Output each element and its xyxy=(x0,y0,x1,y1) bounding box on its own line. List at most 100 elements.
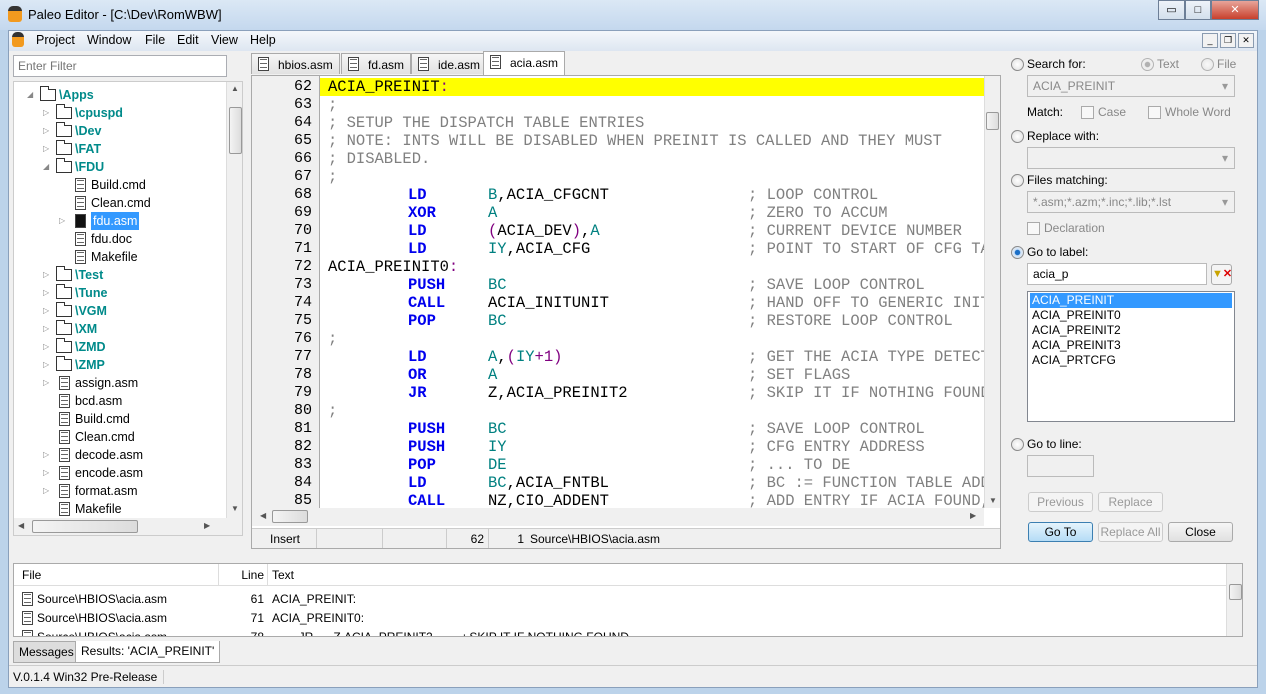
goto-line-input[interactable] xyxy=(1027,455,1094,477)
expand-arrow-icon[interactable]: ▷ xyxy=(43,464,49,482)
expand-arrow-icon[interactable]: ▷ xyxy=(43,104,49,122)
tab-ide-asm[interactable]: ide.asm xyxy=(411,53,488,74)
code-line[interactable]: LD A,(IY+1) ; GET THE ACIA TYPE DETECT xyxy=(320,348,990,366)
tree-horizontal-scrollbar[interactable]: ◀ ▶ xyxy=(14,518,242,535)
text-option-radio[interactable] xyxy=(1141,58,1154,71)
code-line[interactable]: XOR A ; ZERO TO ACCUM xyxy=(320,204,986,222)
code-line[interactable]: ACIA_PREINIT: xyxy=(320,78,986,96)
files-matching-combo[interactable]: *.asm;*.azm;*.inc;*.lib;*.lst xyxy=(1027,191,1235,213)
code-line[interactable]: ; xyxy=(320,330,986,348)
expand-arrow-icon[interactable]: ▷ xyxy=(43,446,49,464)
editor-vertical-scrollbar[interactable]: ▼ xyxy=(984,76,1000,508)
goto-button[interactable]: Go To xyxy=(1028,522,1093,542)
menu-view[interactable]: View xyxy=(207,33,242,47)
mdi-minimize-button[interactable]: _ xyxy=(1202,33,1218,48)
expand-arrow-icon[interactable]: ▷ xyxy=(43,122,49,140)
code-editor[interactable]: 62 63 64 65 66 67 68 69 70 71 72 73 74 75 76 77 78 79 80 81… xyxy=(251,75,1001,549)
replace-button[interactable]: Replace xyxy=(1098,492,1163,512)
code-line[interactable]: CALL ACIA_INITUNIT ; HAND OFF TO GENERIC I… xyxy=(320,294,990,312)
tab-results[interactable]: Results: 'ACIA_PREINIT' xyxy=(75,641,221,663)
replace-all-button[interactable]: Replace All xyxy=(1098,522,1163,542)
expand-arrow-icon[interactable]: ▷ xyxy=(59,212,65,230)
menu-project[interactable]: Project xyxy=(32,33,79,47)
expand-arrow-icon[interactable]: ▷ xyxy=(43,266,49,284)
scrollbar-thumb[interactable] xyxy=(229,107,242,154)
code-line[interactable]: PUSH IY ; CFG ENTRY ADDRESS xyxy=(320,438,986,456)
clear-filter-icon[interactable]: ▼✕ xyxy=(1211,264,1232,285)
expand-arrow-icon[interactable]: ▷ xyxy=(43,356,49,374)
result-row[interactable]: Source\HBIOS\acia.asm 61 ACIA_PREINIT: xyxy=(14,590,1224,608)
result-row[interactable]: Source\HBIOS\acia.asm 78 JR Z,ACIA_PREINI… xyxy=(14,628,1224,636)
scrollbar-thumb[interactable] xyxy=(32,520,138,533)
code-line[interactable]: ; xyxy=(320,402,986,420)
code-line[interactable]: ; SETUP THE DISPATCH TABLE ENTRIES xyxy=(320,114,986,132)
search-for-radio[interactable] xyxy=(1011,58,1024,71)
column-header-line[interactable]: Line xyxy=(234,564,264,586)
tab-messages[interactable]: Messages xyxy=(13,641,80,663)
code-line[interactable]: ; xyxy=(320,96,986,114)
code-line[interactable]: JR Z,ACIA_PREINIT2 ; SKIP IT IF NOTHING FO… xyxy=(320,384,990,402)
code-line[interactable]: POP BC ; RESTORE LOOP CONTROL xyxy=(320,312,986,330)
label-list-item[interactable]: ACIA_PREINIT3 xyxy=(1030,338,1232,353)
files-matching-radio[interactable] xyxy=(1011,174,1024,187)
label-list-item[interactable]: ACIA_PREINIT0 xyxy=(1030,308,1232,323)
scrollbar-thumb[interactable] xyxy=(272,510,308,523)
code-line[interactable]: ACIA_PREINIT0: xyxy=(320,258,986,276)
maximize-button[interactable]: □ xyxy=(1185,0,1211,20)
close-button[interactable]: Close xyxy=(1168,522,1233,542)
code-line[interactable]: LD IY,ACIA_CFG ; POINT TO START OF CFG TA xyxy=(320,240,990,258)
column-header-text[interactable]: Text xyxy=(272,564,295,586)
expand-arrow-icon[interactable]: ▷ xyxy=(43,320,49,338)
label-list-item[interactable]: ACIA_PREINIT xyxy=(1030,293,1232,308)
search-combo[interactable]: ACIA_PREINIT xyxy=(1027,75,1235,97)
menu-help[interactable]: Help xyxy=(246,33,280,47)
label-list-item[interactable]: ACIA_PRTCFG xyxy=(1030,353,1232,368)
expand-arrow-icon[interactable]: ▷ xyxy=(43,374,49,392)
label-list[interactable]: ACIA_PREINIT ACIA_PREINIT0 ACIA_PREINIT2 AC… xyxy=(1027,291,1235,422)
tab-fd-asm[interactable]: fd.asm xyxy=(341,53,412,74)
expand-arrow-icon[interactable]: ▷ xyxy=(43,338,49,356)
whole-word-checkbox[interactable] xyxy=(1148,106,1161,119)
code-line[interactable]: LD B,ACIA_CFGCNT ; LOOP CONTROL xyxy=(320,186,986,204)
code-line[interactable]: ; xyxy=(320,168,986,186)
menu-window[interactable]: Window xyxy=(83,33,135,47)
collapse-arrow-icon[interactable]: ◢ xyxy=(43,158,49,176)
code-line[interactable]: LD BC,ACIA_FNTBL ; BC := FUNCTION TABLE AD… xyxy=(320,474,990,492)
goto-label-input[interactable]: acia_p xyxy=(1027,263,1207,285)
code-line[interactable]: ; DISABLED. xyxy=(320,150,986,168)
previous-button[interactable]: Previous xyxy=(1028,492,1093,512)
editor-horizontal-scrollbar[interactable]: ◀ ▶ xyxy=(252,508,984,526)
file-option-radio[interactable] xyxy=(1201,58,1214,71)
code-line[interactable]: ; NOTE: INTS WILL BE DISABLED WHEN PREIN… xyxy=(320,132,986,150)
column-header-file[interactable]: File xyxy=(22,564,42,586)
goto-label-radio[interactable] xyxy=(1011,246,1024,259)
close-window-button[interactable]: ✕ xyxy=(1211,0,1259,20)
expand-arrow-icon[interactable]: ▷ xyxy=(43,302,49,320)
code-line[interactable]: PUSH BC ; SAVE LOOP CONTROL xyxy=(320,276,986,294)
result-row[interactable]: Source\HBIOS\acia.asm 71 ACIA_PREINIT0: xyxy=(14,609,1224,627)
menu-edit[interactable]: Edit xyxy=(173,33,203,47)
collapse-arrow-icon[interactable]: ◢ xyxy=(27,86,33,104)
tab-hbios-asm[interactable]: hbios.asm xyxy=(251,53,340,74)
tree-vertical-scrollbar[interactable]: ▲ ▼ xyxy=(226,82,242,518)
filter-input[interactable] xyxy=(13,55,227,77)
expand-arrow-icon[interactable]: ▷ xyxy=(43,140,49,158)
mdi-close-button[interactable]: ✕ xyxy=(1238,33,1254,48)
expand-arrow-icon[interactable]: ▷ xyxy=(43,482,49,500)
expand-arrow-icon[interactable]: ▷ xyxy=(43,284,49,302)
code-line[interactable]: OR A ; SET FLAGS xyxy=(320,366,986,384)
results-scrollbar[interactable] xyxy=(1226,564,1242,636)
declaration-checkbox[interactable] xyxy=(1027,222,1040,235)
code-line[interactable]: LD (ACIA_DEV),A ; CURRENT DEVICE NUMBER xyxy=(320,222,986,240)
tab-acia-asm[interactable]: acia.asm xyxy=(483,51,566,75)
code-line[interactable]: PUSH BC ; SAVE LOOP CONTROL xyxy=(320,420,986,438)
replace-combo[interactable] xyxy=(1027,147,1235,169)
label-list-item[interactable]: ACIA_PREINIT2 xyxy=(1030,323,1232,338)
menu-file[interactable]: File xyxy=(141,33,169,47)
goto-line-radio[interactable] xyxy=(1011,438,1024,451)
replace-with-radio[interactable] xyxy=(1011,130,1024,143)
minimize-button[interactable]: ▭ xyxy=(1158,0,1185,20)
scrollbar-thumb[interactable] xyxy=(986,112,999,130)
mdi-restore-button[interactable]: ❐ xyxy=(1220,33,1236,48)
case-checkbox[interactable] xyxy=(1081,106,1094,119)
